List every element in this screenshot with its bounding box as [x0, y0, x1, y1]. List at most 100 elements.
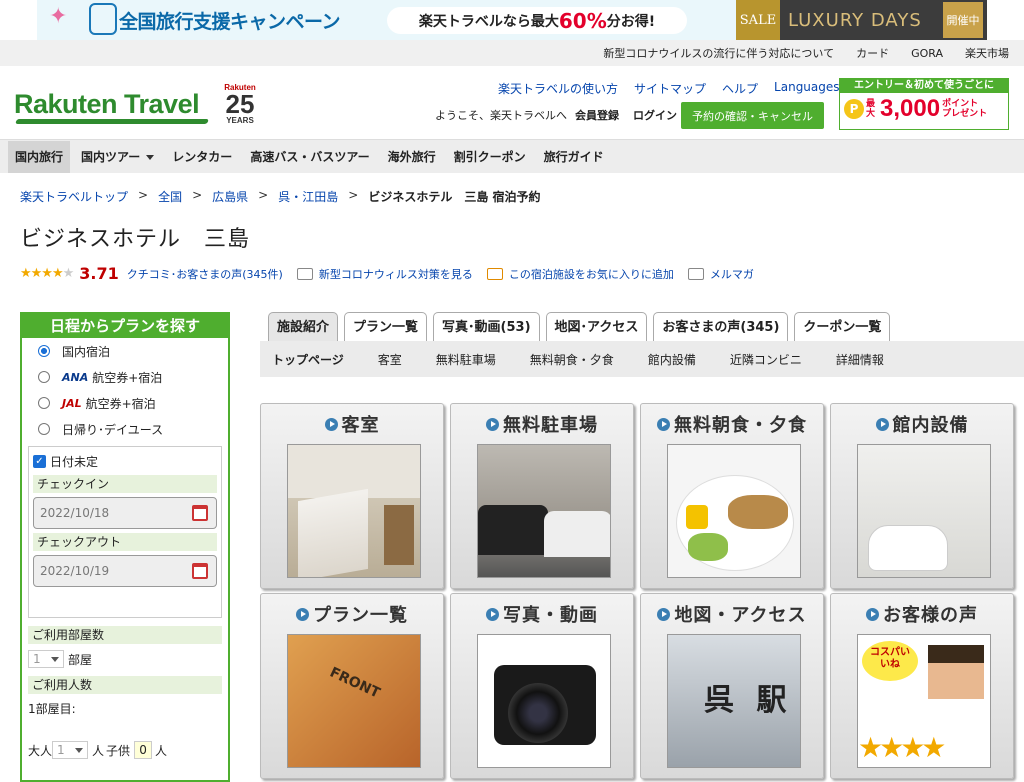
card-map[interactable]: 地図・アクセス 呉 駅: [640, 593, 824, 779]
subnav-convenience[interactable]: 近隣コンビニ: [730, 351, 802, 368]
breadcrumb-kure[interactable]: 呉・江田島: [278, 188, 338, 205]
nav-bus[interactable]: 高速バス・バスツアー: [243, 141, 376, 173]
breadcrumb-all[interactable]: 全国: [158, 188, 182, 205]
checkin-input[interactable]: 2022/10/18: [33, 497, 217, 529]
howto-link[interactable]: 楽天トラベルの使い方: [498, 80, 618, 97]
logo-swoosh: [15, 119, 209, 124]
plan-search-panel: 日程からプランを探す 国内宿泊 ANA 航空券+宿泊 JAL 航空券+宿泊 日帰り･…: [20, 312, 230, 782]
room-photo: [287, 444, 421, 578]
jal-logo: JAL: [62, 396, 82, 410]
radio-ana[interactable]: ANA 航空券+宿泊: [22, 364, 228, 390]
covid-measures-link[interactable]: 新型コロナウィルス対策を見る: [319, 266, 473, 282]
subnav-top[interactable]: トップページ: [272, 351, 344, 368]
breadcrumb-current: ビジネスホテル 三島 宿泊予約: [368, 190, 541, 204]
register-link[interactable]: 会員登録: [575, 107, 619, 123]
sale-badge: SALE: [736, 0, 780, 40]
adult-select[interactable]: 1: [52, 741, 89, 759]
ana-logo: ANA: [62, 370, 89, 384]
card-parking[interactable]: 無料駐車場: [450, 403, 634, 589]
guests-label: ご利用人数: [28, 676, 222, 694]
point-coin-icon: P: [844, 99, 864, 119]
date-undecided-checkbox[interactable]: ✓ 日付未定: [33, 451, 217, 471]
help-link[interactable]: ヘルプ: [722, 80, 758, 97]
util-card-link[interactable]: カード: [856, 45, 889, 61]
card-reviews[interactable]: お客様の声 コスパいいね ★★★★: [830, 593, 1014, 779]
tab-photos[interactable]: 写真･動画(53): [433, 312, 540, 342]
util-covid-link[interactable]: 新型コロナウイルスの流行に伴う対応について: [603, 45, 834, 61]
card-rooms[interactable]: 客室: [260, 403, 444, 589]
radio-unselected[interactable]: [38, 371, 50, 383]
campaign-title: 全国旅行支援キャンペーン: [119, 10, 341, 33]
header-links: 楽天トラベルの使い方 サイトマップ ヘルプ Languages: [498, 80, 867, 97]
util-gora-link[interactable]: GORA: [911, 47, 943, 60]
reservation-button[interactable]: 予約の確認・キャンセル: [681, 102, 824, 129]
calendar-icon[interactable]: [192, 505, 208, 521]
point-promo-banner[interactable]: エントリー＆初めて使うごとに P 最大 3,000 ポイント プレゼント: [839, 78, 1009, 130]
breadcrumb-hiroshima[interactable]: 広島県: [212, 188, 248, 205]
card-meals[interactable]: 無料朝食・夕食: [640, 403, 824, 589]
subnav-rooms[interactable]: 客室: [378, 351, 402, 368]
rakuten-travel-logo[interactable]: Rakuten Travel: [14, 89, 209, 124]
radio-unselected[interactable]: [38, 397, 50, 409]
nav-guide[interactable]: 旅行ガイド: [537, 141, 611, 173]
mail-icon: [687, 267, 704, 280]
review-link[interactable]: クチコミ･お客さまの声(345件): [127, 266, 283, 282]
radio-unselected[interactable]: [38, 423, 50, 435]
favorite-icon: [486, 267, 503, 280]
calendar-icon[interactable]: [192, 563, 208, 579]
front-photo: FRONT: [287, 634, 421, 768]
campaign-banner[interactable]: ✦ 全国旅行支援キャンペーン 楽天トラベルなら最大 60% 分お得! SALE LU…: [37, 0, 987, 40]
tab-reviews[interactable]: お客さまの声(345): [653, 312, 789, 342]
date-box: ✓ 日付未定 チェックイン 2022/10/18 チェックアウト 2022/10/…: [28, 446, 222, 618]
tab-map[interactable]: 地図･アクセス: [545, 312, 648, 342]
subnav-details[interactable]: 詳細情報: [836, 351, 884, 368]
arrow-circle-icon: [324, 417, 338, 431]
nav-overseas[interactable]: 海外旅行: [381, 141, 443, 173]
nav-rentacar[interactable]: レンタカー: [165, 141, 239, 173]
global-nav: 国内旅行 国内ツアー レンタカー 高速バス・バスツアー 海外旅行 割引クーポン …: [0, 139, 1024, 173]
radio-jal[interactable]: JAL 航空券+宿泊: [22, 390, 228, 416]
arrow-circle-icon: [875, 417, 889, 431]
breadcrumb-top[interactable]: 楽天トラベルトップ: [20, 188, 128, 205]
checkmark-icon[interactable]: ✓: [33, 454, 46, 468]
checkin-label: チェックイン: [33, 475, 217, 493]
login-link[interactable]: ログイン: [633, 107, 677, 123]
kaisai-badge: 開催中: [943, 2, 983, 38]
radio-domestic[interactable]: 国内宿泊: [22, 338, 228, 364]
checkout-input[interactable]: 2022/10/19: [33, 555, 217, 587]
subnav-facilities[interactable]: 館内設備: [648, 351, 696, 368]
subnav-parking[interactable]: 無料駐車場: [436, 351, 496, 368]
favorite-link[interactable]: この宿泊施設をお気に入りに追加: [509, 266, 674, 282]
card-plans[interactable]: プラン一覧 FRONT: [260, 593, 444, 779]
subnav-meals[interactable]: 無料朝食・夕食: [530, 351, 614, 368]
nav-coupon[interactable]: 割引クーポン: [447, 141, 533, 173]
hotel-tabs: 施設紹介 プラン一覧 写真･動画(53) 地図･アクセス お客さまの声(345)…: [268, 312, 896, 342]
camera-photo: [477, 634, 611, 768]
travel-support-banner[interactable]: ✦ 全国旅行支援キャンペーン 楽天トラベルなら最大 60% 分お得!: [37, 0, 736, 40]
star-rating-icon: ★★★★: [858, 731, 946, 764]
nav-domestic-tour[interactable]: 国内ツアー: [74, 141, 161, 173]
tab-coupons[interactable]: クーポン一覧: [794, 312, 891, 342]
rooms-select[interactable]: 1: [28, 650, 64, 668]
mailmag-link[interactable]: メルマガ: [710, 266, 754, 282]
tab-plans[interactable]: プラン一覧: [344, 312, 428, 342]
radio-selected[interactable]: [38, 345, 50, 357]
child-input[interactable]: 0: [134, 741, 153, 759]
anniversary-logo: Rakuten 25 YEARS: [224, 83, 256, 125]
caret-down-icon: [146, 154, 155, 160]
card-facilities[interactable]: 館内設備: [830, 403, 1014, 589]
radio-dayuse[interactable]: 日帰り･デイユース: [22, 416, 228, 442]
tab-overview[interactable]: 施設紹介: [268, 312, 339, 342]
plan-search-title: 日程からプランを探す: [22, 314, 228, 338]
covid-icon: [296, 267, 313, 280]
sitemap-link[interactable]: サイトマップ: [634, 80, 706, 97]
rooms-row: 1 部屋: [28, 650, 228, 668]
review-photo: コスパいいね ★★★★: [857, 634, 991, 768]
util-ichiba-link[interactable]: 楽天市場: [965, 45, 1009, 61]
bath-photo: [857, 444, 991, 578]
luxury-days-banner[interactable]: SALE LUXURY DAYS 開催中: [736, 0, 987, 40]
card-photos[interactable]: 写真・動画: [450, 593, 634, 779]
nav-domestic[interactable]: 国内旅行: [8, 140, 71, 173]
sub-nav: トップページ 客室 無料駐車場 無料朝食・夕食 館内設備 近隣コンビニ 詳細情報: [260, 341, 1024, 377]
guests-row: 大人 1 人 子供 0 人: [28, 741, 168, 759]
